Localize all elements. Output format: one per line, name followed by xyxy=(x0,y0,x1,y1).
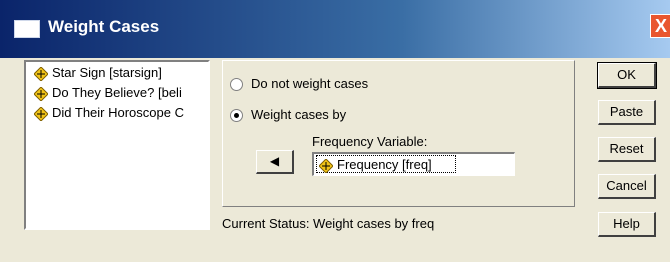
weight-cases-dialog: Weight Cases X Star Sign [starsign] Do T… xyxy=(0,0,670,262)
variable-label: Do They Believe? [beli xyxy=(52,85,182,100)
title-bar[interactable]: Weight Cases X xyxy=(0,0,670,58)
ruler-scale-icon xyxy=(319,158,333,173)
list-item[interactable]: Do They Believe? [beli xyxy=(34,84,182,102)
ruler-scale-icon xyxy=(34,66,48,81)
help-button[interactable]: Help xyxy=(598,212,656,237)
weight-cases-by-radio[interactable]: Weight cases by xyxy=(230,106,346,124)
frequency-variable-label: Frequency Variable: xyxy=(312,134,428,149)
close-button[interactable]: X xyxy=(650,14,670,38)
variable-label: Star Sign [starsign] xyxy=(52,65,162,80)
current-status: Current Status: Weight cases by freq xyxy=(222,216,435,231)
variable-list[interactable]: Star Sign [starsign] Do They Believe? [b… xyxy=(24,60,210,230)
cancel-button[interactable]: Cancel xyxy=(598,174,656,199)
paste-button[interactable]: Paste xyxy=(598,100,656,125)
list-item[interactable]: Star Sign [starsign] xyxy=(34,64,162,82)
left-arrow-icon: ◀ xyxy=(269,154,280,168)
ruler-scale-icon xyxy=(34,106,48,121)
ruler-scale-icon xyxy=(34,86,48,101)
frequency-variable-text: Frequency [freq] xyxy=(337,157,432,172)
variable-label: Did Their Horoscope C xyxy=(52,105,184,120)
window-title: Weight Cases xyxy=(48,17,160,36)
ok-button[interactable]: OK xyxy=(597,62,657,89)
radio-label: Do not weight cases xyxy=(251,76,369,91)
frequency-variable-value: Frequency [freq] xyxy=(316,155,456,173)
list-item[interactable]: Did Their Horoscope C xyxy=(34,104,184,122)
frequency-variable-field[interactable]: Frequency [freq] xyxy=(312,152,515,176)
radio-circle[interactable] xyxy=(230,78,243,92)
radio-label: Weight cases by xyxy=(251,107,347,122)
window-icon xyxy=(14,20,40,38)
move-variable-button[interactable]: ◀ xyxy=(256,150,294,174)
do-not-weight-radio[interactable]: Do not weight cases xyxy=(230,75,368,93)
reset-button[interactable]: Reset xyxy=(598,137,656,162)
radio-circle[interactable] xyxy=(230,109,243,123)
